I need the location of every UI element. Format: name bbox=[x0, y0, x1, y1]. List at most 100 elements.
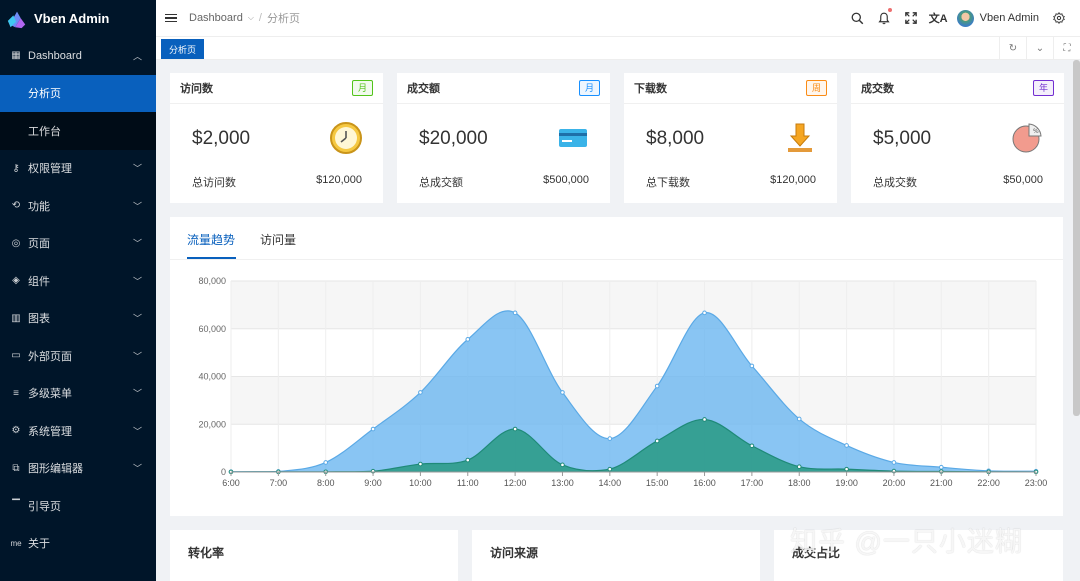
gear-icon[interactable] bbox=[1045, 0, 1072, 37]
period-tag: 月 bbox=[352, 80, 373, 96]
series-0-point bbox=[892, 461, 896, 465]
sidebar-item-4[interactable]: ⟲ 功能 ﹀ bbox=[0, 187, 156, 225]
card-header: 访问数月 bbox=[170, 73, 383, 104]
grid-band bbox=[231, 281, 1036, 329]
series-0-point bbox=[703, 311, 707, 315]
series-0-point bbox=[608, 437, 612, 441]
y-tick-label: 20,000 bbox=[198, 419, 226, 429]
card-header: 成交额月 bbox=[397, 73, 610, 104]
pie-chart-icon: % bbox=[1010, 121, 1044, 155]
chevron-down-icon: ﹀ bbox=[133, 312, 142, 325]
paint-roller-icon: ▔ bbox=[10, 500, 22, 512]
app-logo[interactable]: Vben Admin bbox=[0, 0, 156, 37]
x-tick-label: 22:00 bbox=[977, 478, 1000, 488]
sidebar-item-5[interactable]: ◎页面﹀ bbox=[0, 225, 156, 263]
sidebar-item-11[interactable]: ⧉图形编辑器﹀ bbox=[0, 450, 156, 488]
x-tick-label: 23:00 bbox=[1025, 478, 1048, 488]
avatar[interactable] bbox=[957, 10, 974, 27]
graph-icon: ⧉ bbox=[10, 462, 22, 474]
app-title: Vben Admin bbox=[34, 11, 109, 26]
monitor-icon: ▭ bbox=[10, 350, 22, 362]
series-0-point bbox=[561, 391, 565, 395]
vben-logo-icon bbox=[6, 8, 28, 30]
sidebar-item-0[interactable]: ▦Dashboard︿ bbox=[0, 37, 156, 75]
visit-source-panel: 访问来源 bbox=[472, 530, 760, 581]
chevron-down-icon: ﹀ bbox=[133, 199, 142, 212]
breadcrumb-item-current: 分析页 bbox=[267, 10, 300, 26]
sidebar-menu: ▦Dashboard︿分析页工作台⚷权限管理﹀⟲功能﹀◎页面﹀◈组件﹀▥图表﹀▭… bbox=[0, 37, 156, 562]
fold-icon[interactable]: ⛶ bbox=[1053, 37, 1080, 60]
function-icon: ⟲ bbox=[10, 200, 22, 212]
search-icon[interactable] bbox=[844, 0, 871, 37]
sidebar-item-10[interactable]: ⚙系统管理﹀ bbox=[0, 412, 156, 450]
tab-tools: ↻ ⌄ ⛶ bbox=[999, 37, 1080, 60]
period-tag: 年 bbox=[1033, 80, 1054, 96]
sidebar-item-1[interactable]: 分析页 bbox=[0, 75, 156, 113]
tab-analysis[interactable]: 分析页 bbox=[161, 39, 204, 59]
sidebar-item-label: 功能 bbox=[28, 198, 50, 214]
stat-card: 下载数周$8,000总下载数$120,000 bbox=[624, 73, 837, 203]
tab-visits[interactable]: 访问量 bbox=[260, 231, 296, 248]
series-1-point bbox=[703, 418, 707, 422]
card-total-label: 总成交额 bbox=[419, 174, 463, 190]
x-tick-label: 15:00 bbox=[646, 478, 669, 488]
x-tick-label: 13:00 bbox=[551, 478, 574, 488]
sidebar-item-label: 工作台 bbox=[28, 123, 61, 139]
series-0-point bbox=[750, 364, 754, 368]
sidebar-item-9[interactable]: ≡多级菜单﹀ bbox=[0, 375, 156, 413]
menu-icon: ≡ bbox=[10, 387, 22, 399]
x-tick-label: 10:00 bbox=[409, 478, 432, 488]
sidebar-item-8[interactable]: ▭外部页面﹀ bbox=[0, 337, 156, 375]
traffic-area-chart: 020,00040,00060,00080,0006:007:008:009:0… bbox=[170, 260, 1063, 516]
page-scrollbar[interactable] bbox=[1073, 60, 1080, 416]
breadcrumb-item-dashboard[interactable]: Dashboard bbox=[189, 12, 243, 24]
card-title: 成交数 bbox=[861, 80, 894, 96]
key-icon: ⚷ bbox=[10, 162, 22, 174]
sidebar-item-6[interactable]: ◈组件﹀ bbox=[0, 262, 156, 300]
chevron-down-icon: ⌵ bbox=[248, 13, 254, 23]
x-tick-label: 18:00 bbox=[788, 478, 811, 488]
card-total-value: $120,000 bbox=[316, 174, 362, 186]
conversion-title: 转化率 bbox=[188, 544, 224, 561]
credit-card-icon bbox=[556, 121, 590, 155]
traffic-chart-panel: 流量趋势 访问量 020,00040,00060,00080,0006:007:… bbox=[170, 217, 1063, 516]
sidebar-item-label: 页面 bbox=[28, 235, 50, 251]
refresh-icon[interactable]: ↻ bbox=[999, 37, 1026, 60]
chevron-down-icon: ﹀ bbox=[133, 424, 142, 437]
series-0-point bbox=[513, 311, 517, 315]
series-0-point bbox=[655, 384, 659, 388]
series-1-point bbox=[608, 467, 612, 471]
chevron-down-icon[interactable]: ⌄ bbox=[1026, 37, 1053, 60]
translate-icon[interactable]: 文A bbox=[925, 0, 952, 37]
grid-band bbox=[231, 377, 1036, 425]
series-1-point bbox=[750, 444, 754, 448]
visit-source-title: 访问来源 bbox=[490, 544, 538, 561]
tabs-bar: 分析页 ↻ ⌄ ⛶ bbox=[156, 37, 1080, 60]
series-0-point bbox=[324, 461, 328, 465]
sidebar-item-2[interactable]: 工作台 bbox=[0, 112, 156, 150]
card-header: 下载数周 bbox=[624, 73, 837, 104]
x-tick-label: 7:00 bbox=[270, 478, 288, 488]
fullscreen-icon[interactable] bbox=[898, 0, 925, 37]
series-1-point bbox=[655, 439, 659, 443]
sidebar-item-12[interactable]: ▔引导页 bbox=[0, 487, 156, 525]
breadcrumb-separator: / bbox=[259, 12, 262, 24]
chevron-down-icon: ﹀ bbox=[133, 387, 142, 400]
user-name[interactable]: Vben Admin bbox=[980, 12, 1039, 24]
dashboard-icon: ▦ bbox=[10, 50, 22, 62]
tab-traffic-trend[interactable]: 流量趋势 bbox=[187, 231, 235, 248]
sidebar-item-7[interactable]: ▥图表﹀ bbox=[0, 300, 156, 338]
series-0-point bbox=[466, 338, 470, 342]
x-tick-label: 12:00 bbox=[504, 478, 527, 488]
sidebar-item-3[interactable]: ⚷权限管理﹀ bbox=[0, 150, 156, 188]
series-1-point bbox=[797, 465, 801, 469]
sidebar-item-13[interactable]: me关于 bbox=[0, 525, 156, 563]
conversion-panel: 转化率 bbox=[170, 530, 458, 581]
card-value: $2,000 bbox=[192, 128, 250, 150]
sidebar-item-label: 分析页 bbox=[28, 85, 61, 101]
menu-toggle-icon[interactable] bbox=[165, 14, 177, 23]
watermark: 知乎 @一只小迷糊 bbox=[790, 520, 1023, 559]
header: Dashboard ⌵ / 分析页 文A Vben Admin bbox=[156, 0, 1080, 37]
bell-icon[interactable] bbox=[871, 0, 898, 37]
x-tick-label: 14:00 bbox=[599, 478, 622, 488]
